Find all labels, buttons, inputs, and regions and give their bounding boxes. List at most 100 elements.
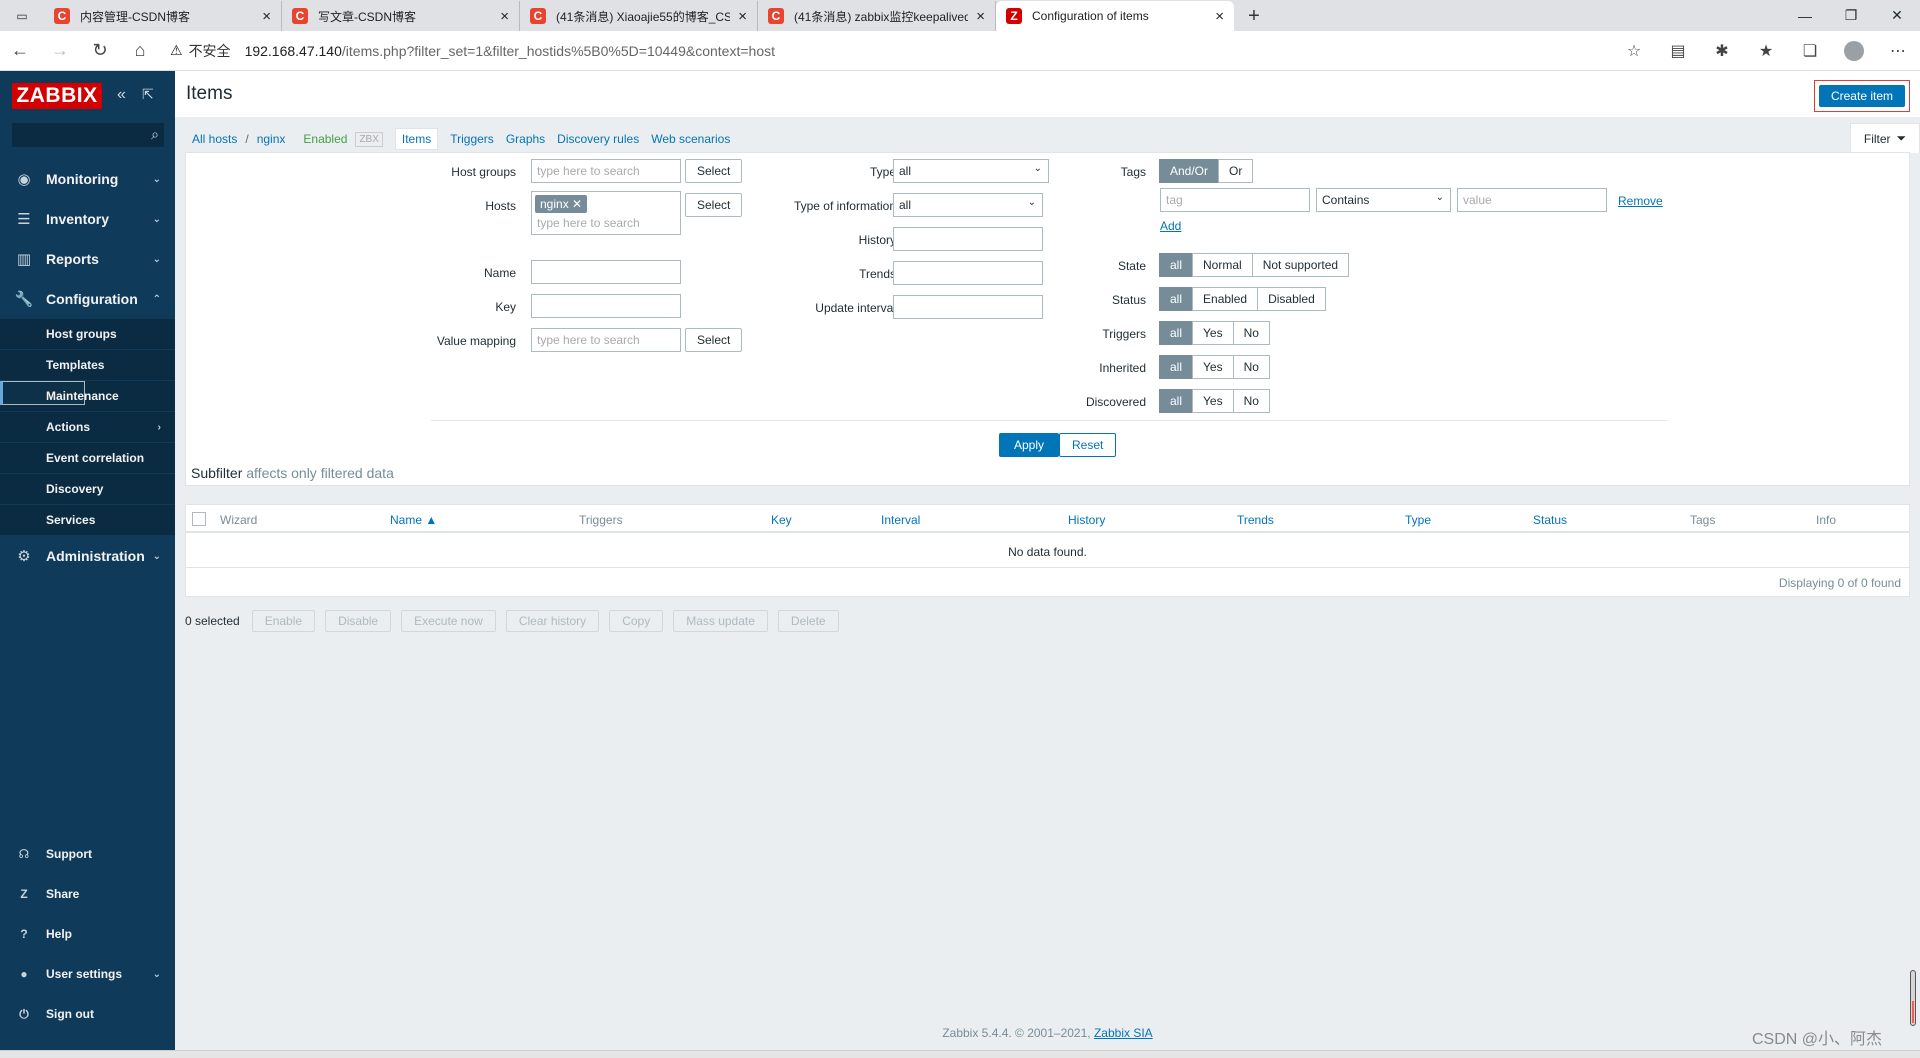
browser-tab[interactable]: C (41条消息) zabbix监控keepalived ×: [758, 1, 996, 31]
menu-reports[interactable]: ▥ Reports ⌄: [0, 239, 175, 279]
menu-inventory[interactable]: ☰ Inventory ⌄: [0, 199, 175, 239]
menu-configuration[interactable]: 🔧 Configuration ⌃: [0, 279, 175, 319]
triggers-yes-option[interactable]: Yes: [1192, 321, 1234, 345]
home-icon[interactable]: ⌂: [120, 31, 160, 71]
hide-sidebar-icon[interactable]: ⇱: [142, 86, 154, 103]
add-tag-link[interactable]: Add: [1160, 219, 1181, 233]
state-normal-option[interactable]: Normal: [1192, 253, 1253, 277]
clear-history-button[interactable]: Clear history: [505, 610, 600, 632]
tab-discovery-rules[interactable]: Discovery rules: [557, 132, 639, 146]
column-status[interactable]: Status: [1533, 513, 1567, 527]
execute-now-button[interactable]: Execute now: [401, 610, 496, 632]
discovered-all-option[interactable]: all: [1159, 389, 1194, 413]
type-of-information-select[interactable]: all ⌄: [893, 193, 1043, 217]
menu-monitoring[interactable]: ◉ Monitoring ⌄: [0, 159, 175, 199]
reading-view-icon[interactable]: ▤: [1656, 31, 1700, 71]
menu-share[interactable]: Z Share: [0, 874, 175, 914]
breadcrumb-all-hosts[interactable]: All hosts: [192, 132, 237, 146]
tab-items[interactable]: Items: [394, 128, 439, 150]
inherited-all-option[interactable]: all: [1159, 355, 1194, 379]
submenu-actions[interactable]: Actions ›: [0, 412, 175, 443]
close-tab-icon[interactable]: ×: [262, 8, 271, 25]
zabbix-logo[interactable]: ZABBIX: [12, 83, 102, 109]
collapse-sidebar-icon[interactable]: «: [117, 86, 126, 104]
minimize-icon[interactable]: —: [1782, 0, 1828, 31]
update-interval-input[interactable]: [893, 295, 1043, 319]
disable-button[interactable]: Disable: [325, 610, 392, 632]
history-input[interactable]: [893, 227, 1043, 251]
tab-actions-icon[interactable]: ▭: [0, 0, 44, 31]
column-type[interactable]: Type: [1405, 513, 1431, 527]
column-history[interactable]: History: [1068, 513, 1105, 527]
state-all-option[interactable]: all: [1159, 253, 1194, 277]
search-icon[interactable]: ⌕: [151, 126, 159, 143]
favorites-icon[interactable]: ★: [1744, 31, 1788, 71]
browser-tab-active[interactable]: Z Configuration of items ×: [996, 1, 1234, 31]
host-groups-select-button[interactable]: Select: [685, 159, 743, 183]
filter-tab[interactable]: Filter ⏷: [1850, 123, 1920, 153]
status-enabled-option[interactable]: Enabled: [1192, 287, 1259, 311]
submenu-event-correlation[interactable]: Event correlation: [0, 443, 175, 474]
tag-operator-select[interactable]: Contains ⌄: [1316, 188, 1451, 212]
refresh-icon[interactable]: ↻: [80, 31, 120, 71]
add-favorite-icon[interactable]: ☆: [1612, 31, 1656, 71]
close-tab-icon[interactable]: ×: [976, 8, 985, 25]
restore-icon[interactable]: ❐: [1828, 0, 1874, 31]
discovered-yes-option[interactable]: Yes: [1192, 389, 1234, 413]
close-tab-icon[interactable]: ×: [1215, 8, 1224, 25]
triggers-no-option[interactable]: No: [1232, 321, 1270, 345]
hosts-select-button[interactable]: Select: [685, 193, 743, 217]
close-tab-icon[interactable]: ×: [738, 8, 747, 25]
submenu-discovery[interactable]: Discovery: [0, 474, 175, 505]
trends-input[interactable]: [893, 261, 1043, 285]
tag-value-input[interactable]: value: [1457, 188, 1607, 212]
hosts-multiselect[interactable]: nginx ✕ type here to search: [531, 191, 681, 235]
column-trends[interactable]: Trends: [1237, 513, 1274, 527]
submenu-host-groups[interactable]: Host groups: [0, 319, 175, 350]
footer-link[interactable]: Zabbix SIA: [1094, 1026, 1153, 1040]
collections-icon[interactable]: ❏: [1788, 31, 1832, 71]
back-icon[interactable]: ←: [0, 31, 40, 71]
copy-button[interactable]: Copy: [609, 610, 664, 632]
profile-icon[interactable]: [1832, 31, 1876, 71]
submenu-templates[interactable]: Templates: [0, 350, 175, 381]
tab-triggers[interactable]: Triggers: [450, 132, 494, 146]
browser-tab[interactable]: C 写文章-CSDN博客 ×: [282, 1, 520, 31]
submenu-services[interactable]: Services: [0, 505, 175, 536]
column-interval[interactable]: Interval: [881, 513, 920, 527]
hosts-search-placeholder[interactable]: type here to search: [537, 216, 640, 230]
submenu-maintenance[interactable]: Maintenance: [0, 381, 175, 412]
remove-chip-icon[interactable]: ✕: [572, 197, 582, 211]
column-name[interactable]: Name ▲: [390, 513, 437, 527]
browser-tab[interactable]: C (41条消息) Xiaoajie55的博客_CSI ×: [520, 1, 758, 31]
status-disabled-option[interactable]: Disabled: [1257, 287, 1326, 311]
host-groups-input[interactable]: type here to search: [531, 159, 681, 183]
sidebar-search-input[interactable]: ⌕: [12, 123, 164, 147]
column-key[interactable]: Key: [771, 513, 792, 527]
select-all-checkbox[interactable]: [192, 512, 206, 526]
menu-support[interactable]: ☊ Support: [0, 834, 175, 874]
mass-update-button[interactable]: Mass update: [673, 610, 768, 632]
close-window-icon[interactable]: ✕: [1874, 0, 1920, 31]
menu-user-settings[interactable]: ● User settings ⌄: [0, 954, 175, 994]
more-icon[interactable]: ⋯: [1876, 31, 1920, 71]
status-all-option[interactable]: all: [1159, 287, 1194, 311]
tab-graphs[interactable]: Graphs: [506, 132, 545, 146]
create-item-button[interactable]: Create item: [1818, 85, 1905, 107]
triggers-all-option[interactable]: all: [1159, 321, 1194, 345]
delete-button[interactable]: Delete: [777, 610, 839, 632]
menu-administration[interactable]: ⚙ Administration ⌄: [0, 536, 175, 576]
type-select[interactable]: all ⌄: [893, 159, 1049, 183]
value-mapping-input[interactable]: type here to search: [531, 328, 681, 352]
extensions-icon[interactable]: ✱: [1700, 31, 1744, 71]
inherited-yes-option[interactable]: Yes: [1192, 355, 1234, 379]
apply-button[interactable]: Apply: [999, 433, 1060, 457]
close-tab-icon[interactable]: ×: [500, 8, 509, 25]
reset-button[interactable]: Reset: [1059, 433, 1117, 457]
value-mapping-select-button[interactable]: Select: [685, 328, 743, 352]
tags-and-or-option[interactable]: And/Or: [1159, 159, 1220, 183]
remove-tag-link[interactable]: Remove: [1618, 194, 1663, 208]
state-not-supported-option[interactable]: Not supported: [1251, 253, 1350, 277]
forward-icon[interactable]: →: [40, 31, 80, 71]
key-input[interactable]: [531, 294, 681, 318]
